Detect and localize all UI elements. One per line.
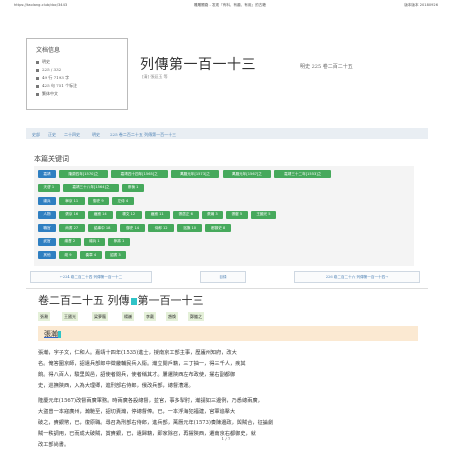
keyword-chip[interactable]: 嘉靖三十八年[1564]之 xyxy=(62,183,120,192)
keyword-chip[interactable]: 嚴嵩 14 xyxy=(87,210,113,219)
keyword-chip[interactable]: 左侍 4 xyxy=(112,197,134,205)
info-row-length: 49 行 7193 字 xyxy=(36,75,69,81)
keyword-chip[interactable]: 侍郎 12 xyxy=(148,224,174,232)
paragraph-2: 隆慶元年(1567)改督兩廣軍務。時兩廣各設總督，並官，事多掣肘，瀚請如三邊例，… xyxy=(38,396,422,451)
version-label: 版本版本 20180926 xyxy=(404,3,438,7)
prev-chapter-link[interactable]: ←224 卷二百二十四 列傳第一百一十二 xyxy=(30,271,152,283)
author-line: [清] 張廷玉 等 xyxy=(142,74,168,79)
keyword-chip[interactable]: 參將 1 xyxy=(108,237,130,246)
text-line: 餉。得八百人，驗里與邑，詔使者閱兵，使者稱其才。屢遷陝西左布政使，擢右副都御 xyxy=(38,372,236,378)
juan-number: 卷二百二十五 xyxy=(38,294,104,307)
paragraph-1: 張瀚，字子文，仁和人。嘉靖十四年(1535)進士，授南京工部主事，歷廬州知府，改… xyxy=(38,348,422,392)
person-link[interactable]: 李戴 xyxy=(144,312,156,321)
text-line: 大盜曾一本寇廣州，瀚馳至，詔切責瀚，停總督俸。已，一本浮海犯福建，官軍追擊大 xyxy=(38,409,236,415)
keyword-chip[interactable]: 張瀚 3 xyxy=(201,210,224,219)
person-link[interactable]: 張瀚 xyxy=(38,312,50,321)
keyword-chip[interactable]: 擧京 11 xyxy=(59,197,85,205)
page-url[interactable]: https://taolang.club/doc/3443 xyxy=(14,3,67,7)
keyword-chip[interactable]: 總兵 1 xyxy=(83,237,106,246)
list-icon xyxy=(36,68,39,72)
keyword-chip[interactable]: 張居正 6 xyxy=(173,210,199,219)
keyword-chip[interactable]: 疏 9 xyxy=(59,251,77,259)
breadcrumb-item[interactable]: 二十四史 xyxy=(64,132,80,138)
keyword-chip[interactable]: 天啓 1 xyxy=(38,183,60,192)
juan-label: 列傳 xyxy=(107,294,130,307)
keyword-chip[interactable]: 都御史 8 xyxy=(205,224,231,232)
info-row-annotations: 425 句 751 个标注 xyxy=(36,83,77,89)
browser-header: https://taolang.club/doc/3443 雕雕閣路 - 发现『… xyxy=(0,0,452,9)
text-line: 破之，賚銀幣，已，復原職。尋召為刑部右侍郎，進兵部，萬曆元年(1573)奏陳邊政… xyxy=(38,420,274,426)
keyword-chip[interactable]: 詔書 3 xyxy=(104,251,127,259)
text-line: 名。俺答圍京師，詔遣兵部郎中徵畿輔民兵入衞。瀚立閱戶籍，三丁抽一，得三千人，疾其 xyxy=(38,361,246,367)
language-icon xyxy=(36,92,39,96)
keyword-chip[interactable]: 尚書 27 xyxy=(59,224,85,232)
breadcrumb-item[interactable]: 明史 xyxy=(92,132,100,138)
info-heading: 文档信息 xyxy=(36,47,61,54)
section-highlight: 張瀚 xyxy=(38,326,418,341)
person-link[interactable]: 梁夢龍 xyxy=(92,312,108,321)
document-sheet: 文档信息 明史 225 / 332 49 行 7193 字 425 句 751 … xyxy=(22,30,430,448)
info-row-language: 繁体中文 xyxy=(36,91,58,97)
entity-marker xyxy=(130,297,137,305)
person-index: 張瀚 王國光 梁夢龍 楊巍 李戴 趙煥 鄭繼之 xyxy=(38,312,398,322)
person-link[interactable]: 趙煥 xyxy=(166,312,178,321)
person-link[interactable]: 王國光 xyxy=(62,312,78,321)
info-row-book: 明史 xyxy=(36,59,50,65)
keyword-chip[interactable]: 張鏊 5 xyxy=(226,210,248,219)
keyword-chip[interactable]: 巡撫 10 xyxy=(176,224,203,232)
keyword-chip[interactable]: 嚴嵩 11 xyxy=(144,210,170,219)
breadcrumb: 史部 正史 二十四史 明史 225 卷二百二十五 列傳第一百一十三 xyxy=(26,128,428,139)
keyword-chip[interactable]: 楊文 12 xyxy=(116,210,142,219)
keyword-chip[interactable]: 總督 2 xyxy=(59,237,81,246)
page-number: 1 / 7 xyxy=(221,436,231,441)
keyword-chip[interactable]: 給事中 18 xyxy=(87,224,117,232)
toc-link[interactable]: 目錄 xyxy=(200,271,246,283)
text-line: 張瀚，字子文，仁和人。嘉靖十四年(1535)進士，授南京工部主事，歷廬州知府，改… xyxy=(38,350,237,356)
keyword-category-button[interactable]: 武官 xyxy=(38,237,56,246)
info-row-position: 225 / 332 xyxy=(36,67,61,72)
breadcrumb-item[interactable]: 史部 xyxy=(32,132,40,138)
text-line: 隆慶元年(1567)改督兩廣軍務。時兩廣各設總督，並官，事多掣肘，瀚請如三邊例，… xyxy=(38,398,263,404)
juan-chapter: 第一百一十三 xyxy=(137,294,204,307)
keyword-chip[interactable]: 嘉靖四十四年[1565]之 xyxy=(110,170,168,178)
keywords-panel: 嘉靖 隆慶四年[1570]之 嘉靖四十四年[1565]之 萬曆元年[1573]之 萬曆元… xyxy=(34,166,414,266)
keyword-category-button[interactable]: 嘉靖 xyxy=(38,170,56,178)
section-person-name[interactable]: 張瀚 xyxy=(44,329,61,339)
document-info-box: 文档信息 明史 225 / 332 49 行 7193 字 425 句 751 … xyxy=(26,38,128,110)
breadcrumb-item[interactable]: 225 卷二百二十五 列傳第一百一十三 xyxy=(110,132,176,138)
keyword-category-button[interactable]: 職官 xyxy=(38,224,56,232)
text-icon xyxy=(36,76,39,80)
person-link[interactable]: 楊巍 xyxy=(122,312,134,321)
person-link[interactable]: 鄭繼之 xyxy=(188,312,204,321)
text-line: 史，巡撫陝西，入為大理卿，進刑部右侍郎，俄改兵部，總督漕運。 xyxy=(38,383,194,389)
book-icon xyxy=(36,60,39,64)
keyword-chip[interactable]: 崇禎 1 xyxy=(122,183,144,192)
keyword-chip[interactable]: 御史 9 xyxy=(87,197,110,205)
breadcrumb-item[interactable]: 正史 xyxy=(48,132,56,138)
keyword-category-button[interactable]: 其他 xyxy=(38,251,56,259)
chapter-title: 列傳第一百一十三 xyxy=(140,57,256,73)
keyword-chip[interactable]: 嘉靖三十二年[1553]之 xyxy=(274,170,332,178)
site-title: 雕雕閣路 - 发现『有料、有趣、有用』的古籍 xyxy=(194,3,266,7)
keyword-chip[interactable]: 御史 14 xyxy=(119,224,146,232)
keyword-chip[interactable]: 奏章 4 xyxy=(80,251,102,259)
tag-icon xyxy=(36,84,39,88)
keyword-chip[interactable]: 張京 16 xyxy=(59,210,85,219)
keyword-chip[interactable]: 隆慶四年[1570]之 xyxy=(59,170,108,178)
keyword-chip[interactable]: 萬曆元年[1567]之 xyxy=(222,170,272,178)
next-chapter-link[interactable]: 226 卷二百二十六 列傳第一百一十四→ xyxy=(294,271,420,283)
keyword-chip[interactable]: 萬曆元年[1573]之 xyxy=(170,170,220,178)
keywords-heading: 本篇关键词 xyxy=(34,155,69,163)
chapter-subtitle: 明史 225 卷二百二十五 xyxy=(300,64,353,70)
entity-marker xyxy=(58,330,61,338)
keyword-category-button[interactable]: 總兵 xyxy=(38,197,56,205)
juan-heading: 卷二百二十五 列傳 第一百一十三 xyxy=(38,292,204,308)
keyword-category-button[interactable]: 人物 xyxy=(38,210,56,219)
keyword-chip[interactable]: 王國光 5 xyxy=(250,210,277,219)
text-line: 改工部尚書。 xyxy=(38,442,70,448)
divider xyxy=(26,288,428,289)
